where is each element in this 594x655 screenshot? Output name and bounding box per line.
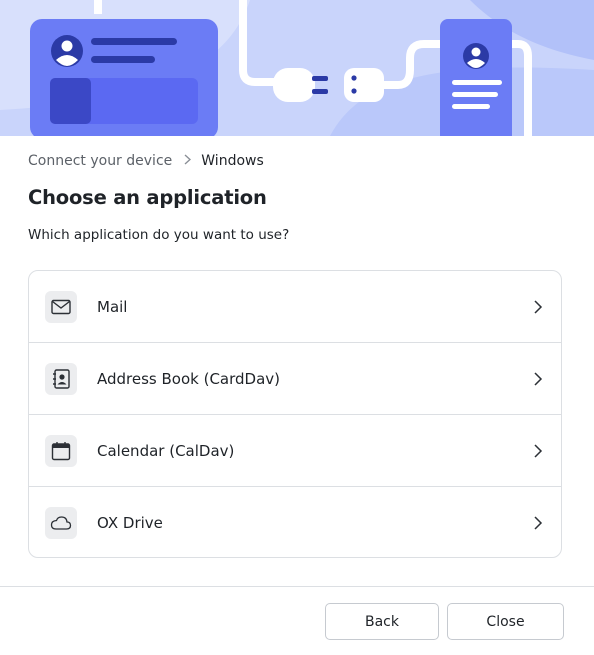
device-connection-illustration xyxy=(0,0,594,136)
list-item-mail[interactable]: Mail xyxy=(29,271,561,343)
breadcrumb-parent-link[interactable]: Connect your device xyxy=(28,153,172,169)
list-item-address-book[interactable]: Address Book (CardDav) xyxy=(29,343,561,415)
address-book-icon xyxy=(45,363,77,395)
back-button[interactable]: Back xyxy=(325,603,439,640)
list-item-label: Address Book (CardDav) xyxy=(97,369,281,388)
close-button[interactable]: Close xyxy=(447,603,564,640)
mail-icon xyxy=(45,291,77,323)
breadcrumb-current: Windows xyxy=(201,153,264,169)
calendar-icon xyxy=(45,435,77,467)
page-subtitle: Which application do you want to use? xyxy=(28,227,290,243)
chevron-right-icon xyxy=(184,153,192,169)
list-item-ox-drive[interactable]: OX Drive xyxy=(29,487,561,557)
list-item-calendar[interactable]: Calendar (CalDav) xyxy=(29,415,561,487)
list-item-label: Mail xyxy=(97,297,128,316)
connect-device-dialog: Connect your device Windows Choose an ap… xyxy=(0,0,594,655)
chevron-right-icon xyxy=(533,443,543,459)
chevron-right-icon xyxy=(533,299,543,315)
cloud-icon xyxy=(45,507,77,539)
list-item-label: Calendar (CalDav) xyxy=(97,441,235,460)
list-item-label: OX Drive xyxy=(97,514,163,532)
footer-divider xyxy=(0,586,594,587)
chevron-right-icon xyxy=(533,371,543,387)
application-list: Mail Address Book (CardDav) Calendar (Ca… xyxy=(28,270,562,558)
chevron-right-icon xyxy=(533,515,543,531)
breadcrumb: Connect your device Windows xyxy=(28,152,264,170)
page-title: Choose an application xyxy=(28,186,267,209)
hero-illustration xyxy=(0,0,594,136)
